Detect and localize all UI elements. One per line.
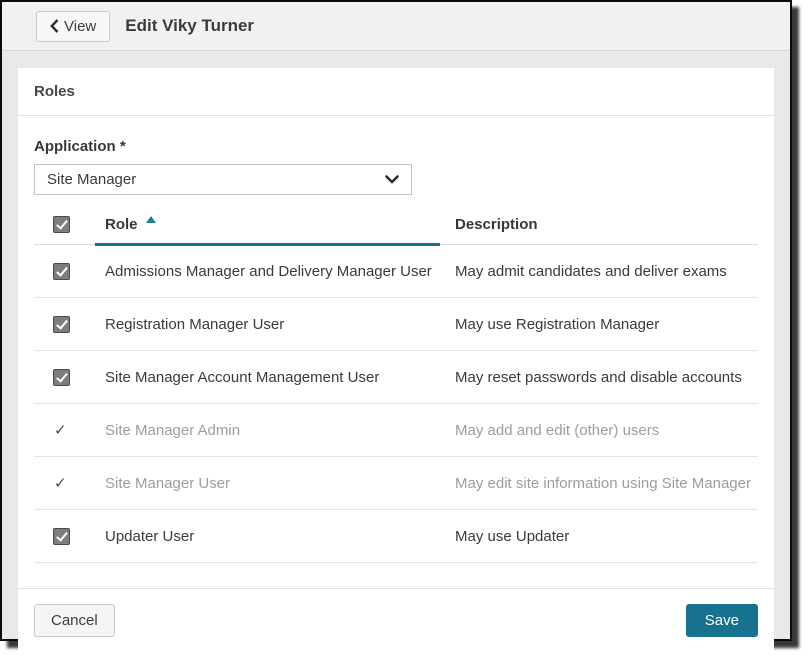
chevron-down-icon	[385, 175, 399, 184]
role-checkbox[interactable]	[53, 315, 70, 333]
select-all-cell	[34, 215, 90, 233]
table-row: ✓ Admissions Manager and Delivery Manage…	[34, 245, 758, 298]
table-row: ✓ Updater User May use Updater	[34, 510, 758, 563]
column-header-role[interactable]: Role	[90, 204, 440, 246]
chevron-left-icon	[50, 19, 59, 33]
role-name: Site Manager User	[105, 474, 231, 492]
role-description: May admit candidates and deliver exams	[455, 262, 727, 280]
role-description: May edit site information using Site Man…	[455, 474, 751, 492]
role-description: May add and edit (other) users	[455, 421, 660, 439]
application-select[interactable]: Site Manager	[34, 164, 412, 195]
row-check-cell: ✓	[34, 423, 90, 438]
role-name: Admissions Manager and Delivery Manager …	[105, 262, 432, 280]
row-check-cell: ✓	[34, 368, 90, 386]
role-checkbox[interactable]	[53, 527, 70, 545]
back-to-view-button[interactable]: View	[36, 10, 111, 42]
roles-table-header-row: Role Description	[34, 204, 758, 246]
table-row: ✓ Registration Manager User May use Regi…	[34, 298, 758, 351]
table-row: ✓ Site Manager Admin May add and edit (o…	[34, 404, 758, 457]
roles-card: Roles Application * Site Manager Role De…	[18, 68, 774, 652]
row-check-cell: ✓	[34, 527, 90, 545]
table-row: ✓ Site Manager Account Management User M…	[34, 351, 758, 404]
select-all-checkbox[interactable]	[53, 215, 70, 233]
role-name: Site Manager Account Management User	[105, 368, 380, 386]
column-header-description[interactable]: Description	[440, 216, 758, 233]
back-button-label: View	[64, 17, 97, 35]
top-bar: View Edit Viky Turner	[2, 2, 790, 51]
cancel-button[interactable]: Cancel	[34, 604, 115, 637]
role-description: May reset passwords and disable accounts	[455, 368, 742, 386]
locked-check-icon: ✓	[54, 421, 67, 439]
role-checkbox[interactable]	[53, 368, 70, 386]
role-name: Updater User	[105, 527, 195, 545]
role-description: May use Registration Manager	[455, 315, 660, 333]
row-check-cell: ✓	[34, 262, 90, 280]
form-footer: Cancel Save	[18, 588, 774, 652]
sort-ascending-icon	[145, 215, 156, 223]
row-check-cell: ✓	[34, 315, 90, 333]
page-body: Roles Application * Site Manager Role De…	[2, 51, 790, 667]
role-column-label: Role	[105, 215, 138, 233]
role-name: Registration Manager User	[105, 315, 285, 333]
roles-table: Role Description ✓	[34, 204, 758, 563]
roles-card-body: Application * Site Manager Role Descript…	[18, 116, 774, 652]
edit-user-window: View Edit Viky Turner Roles Application …	[0, 0, 792, 652]
description-column-label: Description	[455, 215, 538, 233]
application-selected-value: Site Manager	[47, 171, 137, 188]
application-field-label: Application *	[34, 138, 126, 155]
locked-check-icon: ✓	[54, 474, 67, 492]
screenshot-stage: View Edit Viky Turner Roles Application …	[0, 0, 808, 657]
role-description: May use Updater	[455, 527, 570, 545]
table-row: ✓ Site Manager User May edit site inform…	[34, 457, 758, 510]
role-name: Site Manager Admin	[105, 421, 241, 439]
save-button[interactable]: Save	[685, 604, 758, 637]
row-check-cell: ✓	[34, 476, 90, 491]
roles-section-title: Roles	[18, 68, 774, 116]
role-checkbox[interactable]	[53, 262, 70, 280]
page-title: Edit Viky Turner	[125, 16, 255, 35]
